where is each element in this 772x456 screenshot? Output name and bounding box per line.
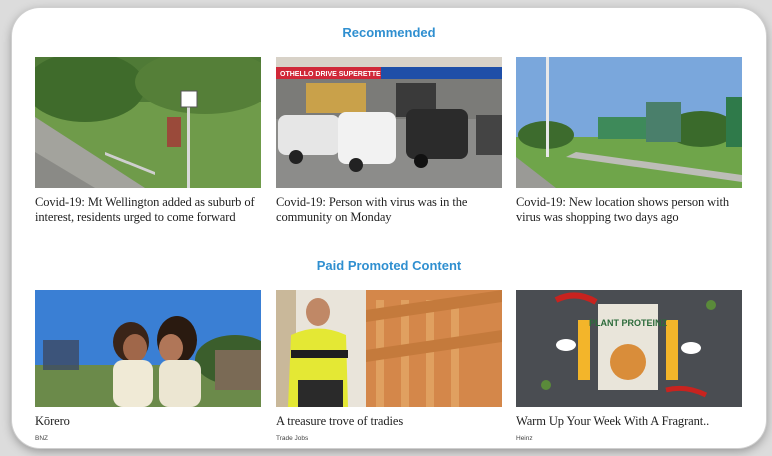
promoted-headline[interactable]: Kōrero [35, 414, 261, 429]
promoted-source: BNZ [35, 435, 48, 442]
promoted-item[interactable]: A treasure trove of tradies Trade Jobs [276, 290, 502, 442]
article-thumbnail[interactable] [516, 57, 742, 188]
paid-content-heading: Paid Promoted Content [316, 258, 462, 273]
promoted-headline[interactable]: A treasure trove of tradies [276, 414, 502, 429]
store-sign-text: OTHELLO DRIVE SUPERETTE [280, 71, 381, 78]
promoted-thumbnail[interactable] [35, 290, 261, 407]
article-headline[interactable]: Covid-19: Mt Wellington added as suburb … [35, 195, 261, 225]
recommended-item[interactable]: Covid-19: Mt Wellington added as suburb … [35, 57, 261, 225]
recommended-heading: Recommended [342, 25, 436, 40]
recommended-item[interactable]: Covid-19: New location shows person with… [516, 57, 742, 225]
promoted-item[interactable]: PLANT PROTEINZ Warm Up Your Week With A … [516, 290, 742, 442]
book-title: PLANT PROTEINZ [589, 318, 668, 328]
promoted-headline[interactable]: Warm Up Your Week With A Fragrant.. [516, 414, 742, 429]
promoted-source: Trade Jobs [276, 435, 309, 442]
promoted-source: Heinz [516, 435, 533, 442]
promoted-item[interactable]: Kōrero BNZ [35, 290, 261, 442]
promoted-thumbnail[interactable]: PLANT PROTEINZ [516, 290, 742, 407]
article-headline[interactable]: Covid-19: Person with virus was in the c… [276, 195, 502, 225]
content-card: Recommended Covid-19: Mt Wellington adde… [12, 8, 766, 448]
article-headline[interactable]: Covid-19: New location shows person with… [516, 195, 742, 225]
article-thumbnail[interactable]: OTHELLO DRIVE SUPERETTE [276, 57, 502, 188]
promoted-thumbnail[interactable] [276, 290, 502, 407]
article-thumbnail[interactable] [35, 57, 261, 188]
recommended-item[interactable]: OTHELLO DRIVE SUPERETTE Covid-19: Person… [276, 57, 502, 225]
